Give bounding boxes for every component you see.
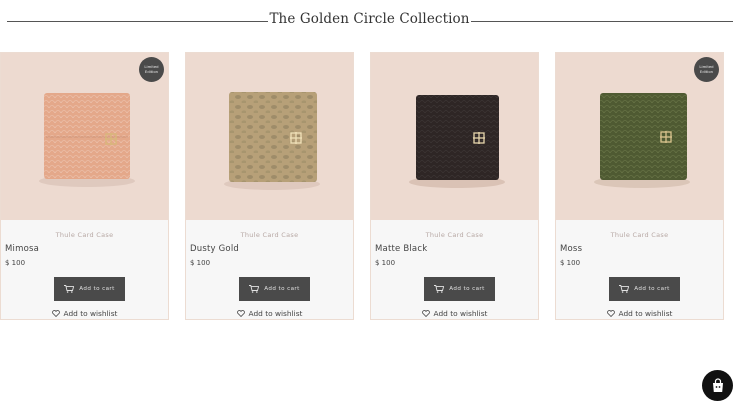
- cart-icon: [619, 285, 630, 293]
- cart-floating-button[interactable]: [702, 370, 733, 401]
- heart-icon: [236, 310, 245, 317]
- add-to-wishlist-link[interactable]: Add to wishlist: [371, 309, 538, 318]
- product-subtitle: Thule Card Case: [55, 231, 114, 239]
- add-to-wishlist-link[interactable]: Add to wishlist: [1, 309, 168, 318]
- product-card[interactable]: Thule Card Case Matte Black $ 100 Add to…: [370, 52, 539, 320]
- header-rule-right: [471, 21, 733, 22]
- limited-edition-badge: Limited Edition: [694, 57, 719, 82]
- product-name[interactable]: Dusty Gold: [190, 244, 239, 254]
- heart-icon: [421, 310, 430, 317]
- cart-icon: [249, 285, 260, 293]
- product-name[interactable]: Matte Black: [375, 244, 427, 254]
- cart-icon: [64, 285, 75, 293]
- add-to-cart-button[interactable]: Add to cart: [239, 277, 310, 301]
- product-price: $ 100: [560, 259, 581, 267]
- product-name[interactable]: Mimosa: [5, 244, 39, 254]
- product-card[interactable]: Thule Card Case Dusty Gold $ 100 Add to …: [185, 52, 354, 320]
- product-image[interactable]: Limited Edition: [1, 53, 168, 220]
- add-to-cart-button[interactable]: Add to cart: [424, 277, 495, 301]
- product-subtitle: Thule Card Case: [240, 231, 299, 239]
- product-subtitle: Thule Card Case: [425, 231, 484, 239]
- heart-icon: [606, 310, 615, 317]
- add-to-wishlist-label: Add to wishlist: [433, 309, 488, 318]
- product-price: $ 100: [5, 259, 26, 267]
- add-to-wishlist-label: Add to wishlist: [618, 309, 673, 318]
- product-name[interactable]: Moss: [560, 244, 582, 254]
- add-to-cart-label: Add to cart: [79, 286, 115, 292]
- add-to-wishlist-label: Add to wishlist: [63, 309, 118, 318]
- product-subtitle: Thule Card Case: [610, 231, 669, 239]
- add-to-wishlist-label: Add to wishlist: [248, 309, 303, 318]
- product-image[interactable]: [371, 53, 538, 220]
- add-to-wishlist-link[interactable]: Add to wishlist: [186, 309, 353, 318]
- shopping-bag-icon: [712, 378, 723, 392]
- add-to-cart-button[interactable]: Add to cart: [609, 277, 680, 301]
- product-card[interactable]: Limited Edition Thule Card Case Moss $ 1…: [555, 52, 724, 320]
- cart-icon: [434, 285, 445, 293]
- collection-header: The Golden Circle Collection: [0, 10, 740, 32]
- product-card[interactable]: Limited Edition Thule Card Case Mimosa $…: [0, 52, 169, 320]
- add-to-cart-label: Add to cart: [634, 286, 670, 292]
- product-image[interactable]: Limited Edition: [556, 53, 723, 220]
- header-rule-left: [7, 21, 268, 22]
- product-price: $ 100: [375, 259, 396, 267]
- heart-icon: [51, 310, 60, 317]
- add-to-wishlist-link[interactable]: Add to wishlist: [556, 309, 723, 318]
- product-image[interactable]: [186, 53, 353, 220]
- add-to-cart-label: Add to cart: [264, 286, 300, 292]
- add-to-cart-button[interactable]: Add to cart: [54, 277, 125, 301]
- add-to-cart-label: Add to cart: [449, 286, 485, 292]
- product-grid: Limited Edition Thule Card Case Mimosa $…: [0, 52, 740, 320]
- product-price: $ 100: [190, 259, 211, 267]
- limited-edition-badge: Limited Edition: [139, 57, 164, 82]
- page-title: The Golden Circle Collection: [269, 11, 470, 27]
